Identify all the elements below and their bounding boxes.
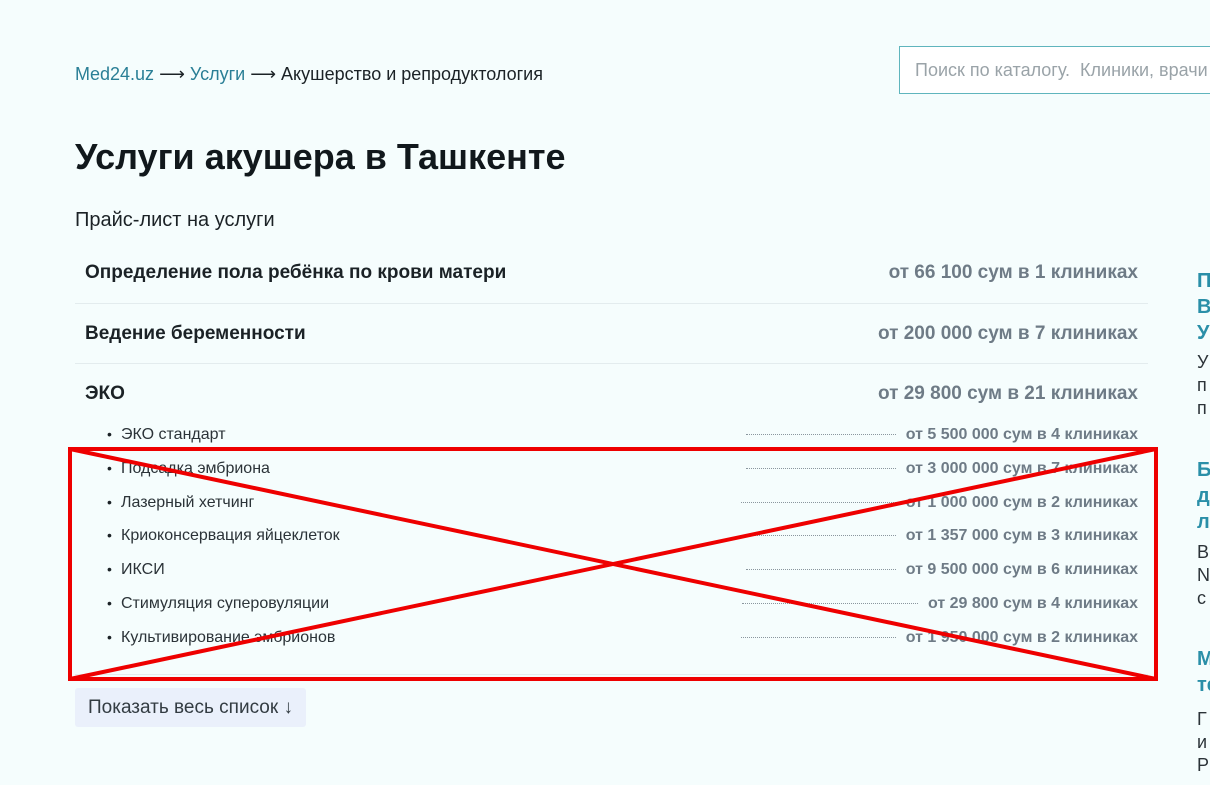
bullet-icon: • bbox=[107, 527, 112, 544]
service-name[interactable]: Ведение беременности bbox=[85, 323, 306, 345]
bullet-icon: • bbox=[107, 459, 112, 476]
bullet-icon: • bbox=[107, 426, 112, 442]
breadcrumb-arrow-icon: ⟶ bbox=[159, 64, 185, 84]
sub-service-item[interactable]: • Подсадка эмбриона от 3 000 000 сум в 7… bbox=[75, 457, 1148, 491]
dotted-leader bbox=[740, 636, 896, 638]
sub-service-name[interactable]: ЭКО стандарт bbox=[121, 424, 226, 446]
breadcrumb-arrow-icon: ⟶ bbox=[250, 64, 277, 84]
page-title: Услуги акушера в Ташкенте bbox=[75, 136, 566, 177]
dotted-leader bbox=[745, 569, 896, 571]
breadcrumb-services-link[interactable]: Услуги bbox=[190, 64, 245, 84]
sidebar-article-title[interactable]: М те bbox=[1197, 646, 1210, 698]
sub-service-price: от 5 500 000 сум в 4 клиниках bbox=[905, 426, 1138, 443]
service-price: от 200 000 сум в 7 клиниках bbox=[878, 322, 1138, 344]
sub-service-item[interactable]: • Культивирование эмбрионов от 1 950 000… bbox=[75, 626, 1148, 660]
sidebar-article-title[interactable]: П В У bbox=[1197, 268, 1210, 346]
sidebar-article-title[interactable]: Б д л bbox=[1197, 457, 1210, 535]
dotted-leader bbox=[745, 434, 896, 435]
sub-service-price: от 1 357 000 сум в 3 клиниках bbox=[905, 527, 1138, 545]
sub-service-name[interactable]: Криоконсервация яйцеклеток bbox=[121, 525, 340, 547]
sub-service-price: от 3 000 000 сум в 7 клиниках bbox=[905, 459, 1138, 477]
sub-service-item[interactable]: • Криоконсервация яйцеклеток от 1 357 00… bbox=[75, 524, 1148, 558]
service-name[interactable]: Определение пола ребёнка по крови матери bbox=[85, 262, 506, 284]
service-name[interactable]: ЭКО bbox=[85, 383, 125, 405]
sub-service-price: от 1 950 000 сум в 2 клиниках bbox=[905, 628, 1138, 646]
breadcrumb-current: Акушерство и репродуктология bbox=[281, 64, 543, 84]
service-row[interactable]: Ведение беременности от 200 000 сум в 7 … bbox=[75, 304, 1148, 364]
sub-service-price: от 1 000 000 сум в 2 клиниках bbox=[905, 493, 1138, 511]
service-row[interactable]: Определение пола ребёнка по крови матери… bbox=[75, 243, 1148, 304]
sub-service-name[interactable]: Стимуляция суперовуляции bbox=[121, 593, 329, 615]
sub-service-name[interactable]: ИКСИ bbox=[121, 559, 165, 581]
page: Med24.uz ⟶ Услуги ⟶ Акушерство и репродуктол… bbox=[0, 0, 1210, 785]
sidebar-article-text: Г и Р bbox=[1197, 709, 1210, 775]
price-list: Определение пола ребёнка по крови матери… bbox=[75, 243, 1148, 675]
sub-service-price: от 9 500 000 сум в 6 клиниках bbox=[905, 561, 1138, 579]
sub-service-item[interactable]: • Стимуляция суперовуляции от 29 800 сум… bbox=[75, 592, 1148, 626]
sub-service-name[interactable]: Подсадка эмбриона bbox=[121, 458, 270, 480]
sidebar-article-text: У п п bbox=[1197, 352, 1209, 418]
sub-service-item[interactable]: • ЭКО стандарт от 5 500 000 сум в 4 клин… bbox=[75, 423, 1148, 457]
service-price: от 29 800 сум в 21 клиниках bbox=[878, 382, 1138, 404]
price-list-subtitle: Прайс-лист на услуги bbox=[75, 209, 275, 231]
dotted-leader bbox=[740, 501, 896, 503]
search-input[interactable] bbox=[899, 46, 1210, 94]
dotted-leader bbox=[739, 535, 896, 537]
breadcrumb: Med24.uz ⟶ Услуги ⟶ Акушерство и репродуктол… bbox=[75, 62, 543, 86]
breadcrumb-home-link[interactable]: Med24.uz bbox=[75, 64, 154, 84]
bullet-icon: • bbox=[107, 493, 112, 510]
dotted-leader bbox=[745, 467, 896, 469]
sub-service-item[interactable]: • Лазерный хетчинг от 1 000 000 сум в 2 … bbox=[75, 491, 1148, 525]
bullet-icon: • bbox=[107, 561, 112, 578]
service-price: от 66 100 сум в 1 клиниках bbox=[888, 262, 1138, 283]
bullet-icon: • bbox=[107, 594, 112, 611]
sub-service-item[interactable]: • ИКСИ от 9 500 000 сум в 6 клиниках bbox=[75, 558, 1148, 592]
sub-service-name[interactable]: Культивирование эмбрионов bbox=[121, 627, 335, 649]
bullet-icon: • bbox=[107, 628, 112, 645]
show-all-button[interactable]: Показать весь список ↓ bbox=[75, 688, 306, 727]
dotted-leader bbox=[741, 602, 918, 604]
service-row[interactable]: ЭКО от 29 800 сум в 21 клиниках bbox=[75, 364, 1148, 423]
sidebar-article-text: В N с bbox=[1197, 542, 1210, 608]
sub-service-price: от 29 800 сум в 4 клиниках bbox=[927, 594, 1138, 612]
sub-service-name[interactable]: Лазерный хетчинг bbox=[121, 492, 254, 514]
service-group-eco: ЭКО от 29 800 сум в 21 клиниках • ЭКО ст… bbox=[75, 364, 1148, 675]
